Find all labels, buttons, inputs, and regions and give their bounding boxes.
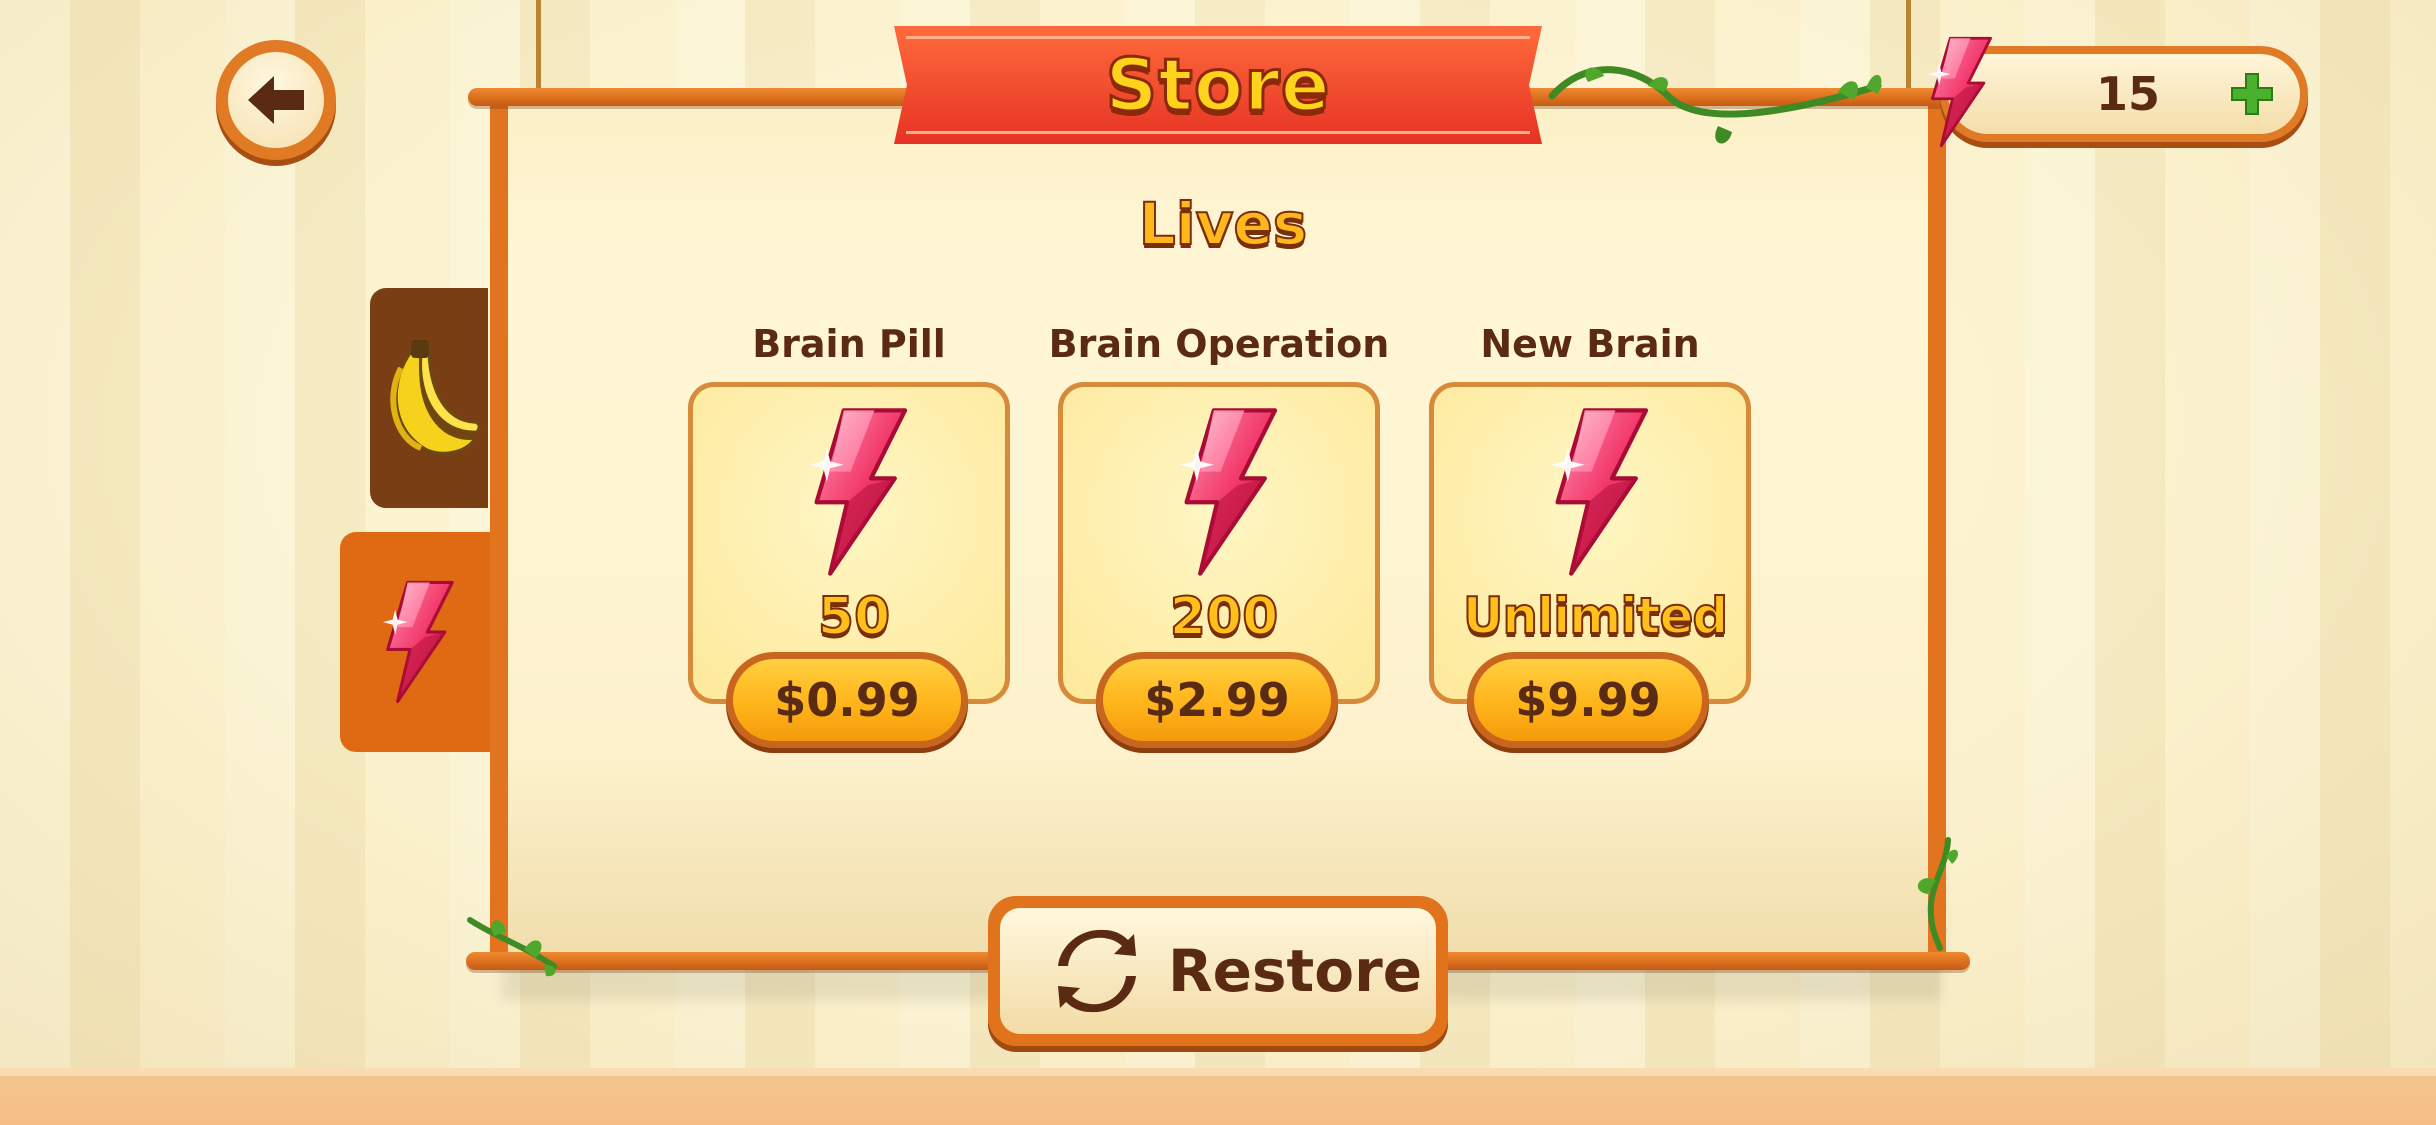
product-amount: Unlimited xyxy=(1462,586,1729,646)
product-brain-pill: Brain Pill 50 $0.99 xyxy=(688,322,1010,752)
restore-button[interactable]: Restore xyxy=(988,896,1448,1046)
energy-gem-icon xyxy=(1531,407,1659,577)
restore-label: Restore xyxy=(1168,937,1423,1005)
plus-icon[interactable] xyxy=(2230,72,2274,116)
price-label: $0.99 xyxy=(733,659,961,741)
energy-gem-icon xyxy=(1914,36,2000,148)
floor-strip xyxy=(0,1068,2436,1125)
back-arrow-icon xyxy=(248,76,304,124)
price-label: $2.99 xyxy=(1103,659,1331,741)
product-name: Brain Operation xyxy=(1048,322,1390,366)
buy-button-new-brain[interactable]: $9.99 xyxy=(1467,652,1709,748)
vine-decoration-bottom-right xyxy=(1917,837,1959,951)
vine-decoration-top xyxy=(1548,66,1882,144)
product-brain-operation: Brain Operation 200 $2.99 xyxy=(1049,322,1389,752)
product-name: Brain Pill xyxy=(752,322,946,366)
title-banner: Store xyxy=(894,26,1542,144)
product-amount: 200 xyxy=(1169,586,1280,648)
back-button[interactable] xyxy=(216,40,336,160)
product-amount: 50 xyxy=(817,586,891,648)
buy-button-brain-operation[interactable]: $2.99 xyxy=(1096,652,1338,748)
buy-button-brain-pill[interactable]: $0.99 xyxy=(726,652,968,748)
energy-gem-icon xyxy=(374,580,456,704)
back-button-face xyxy=(228,52,324,148)
page-title: Store xyxy=(1104,42,1331,129)
tab-lives[interactable] xyxy=(340,532,490,752)
currency-value: 15 xyxy=(2095,67,2160,121)
restore-button-face: Restore xyxy=(1000,908,1436,1034)
section-title: Lives xyxy=(1138,189,1309,259)
tab-bananas[interactable] xyxy=(370,288,488,508)
refresh-icon xyxy=(1058,929,1136,1013)
price-label: $9.99 xyxy=(1474,659,1702,741)
vine-decoration-bottom-left xyxy=(467,917,557,977)
product-new-brain: New Brain Unlimited $9.99 xyxy=(1429,322,1751,752)
currency-counter-face: 15 xyxy=(1948,54,2300,134)
energy-gem-icon xyxy=(790,407,918,577)
product-name: New Brain xyxy=(1480,322,1700,366)
banana-icon xyxy=(390,340,481,455)
energy-gem-icon xyxy=(1160,407,1288,577)
